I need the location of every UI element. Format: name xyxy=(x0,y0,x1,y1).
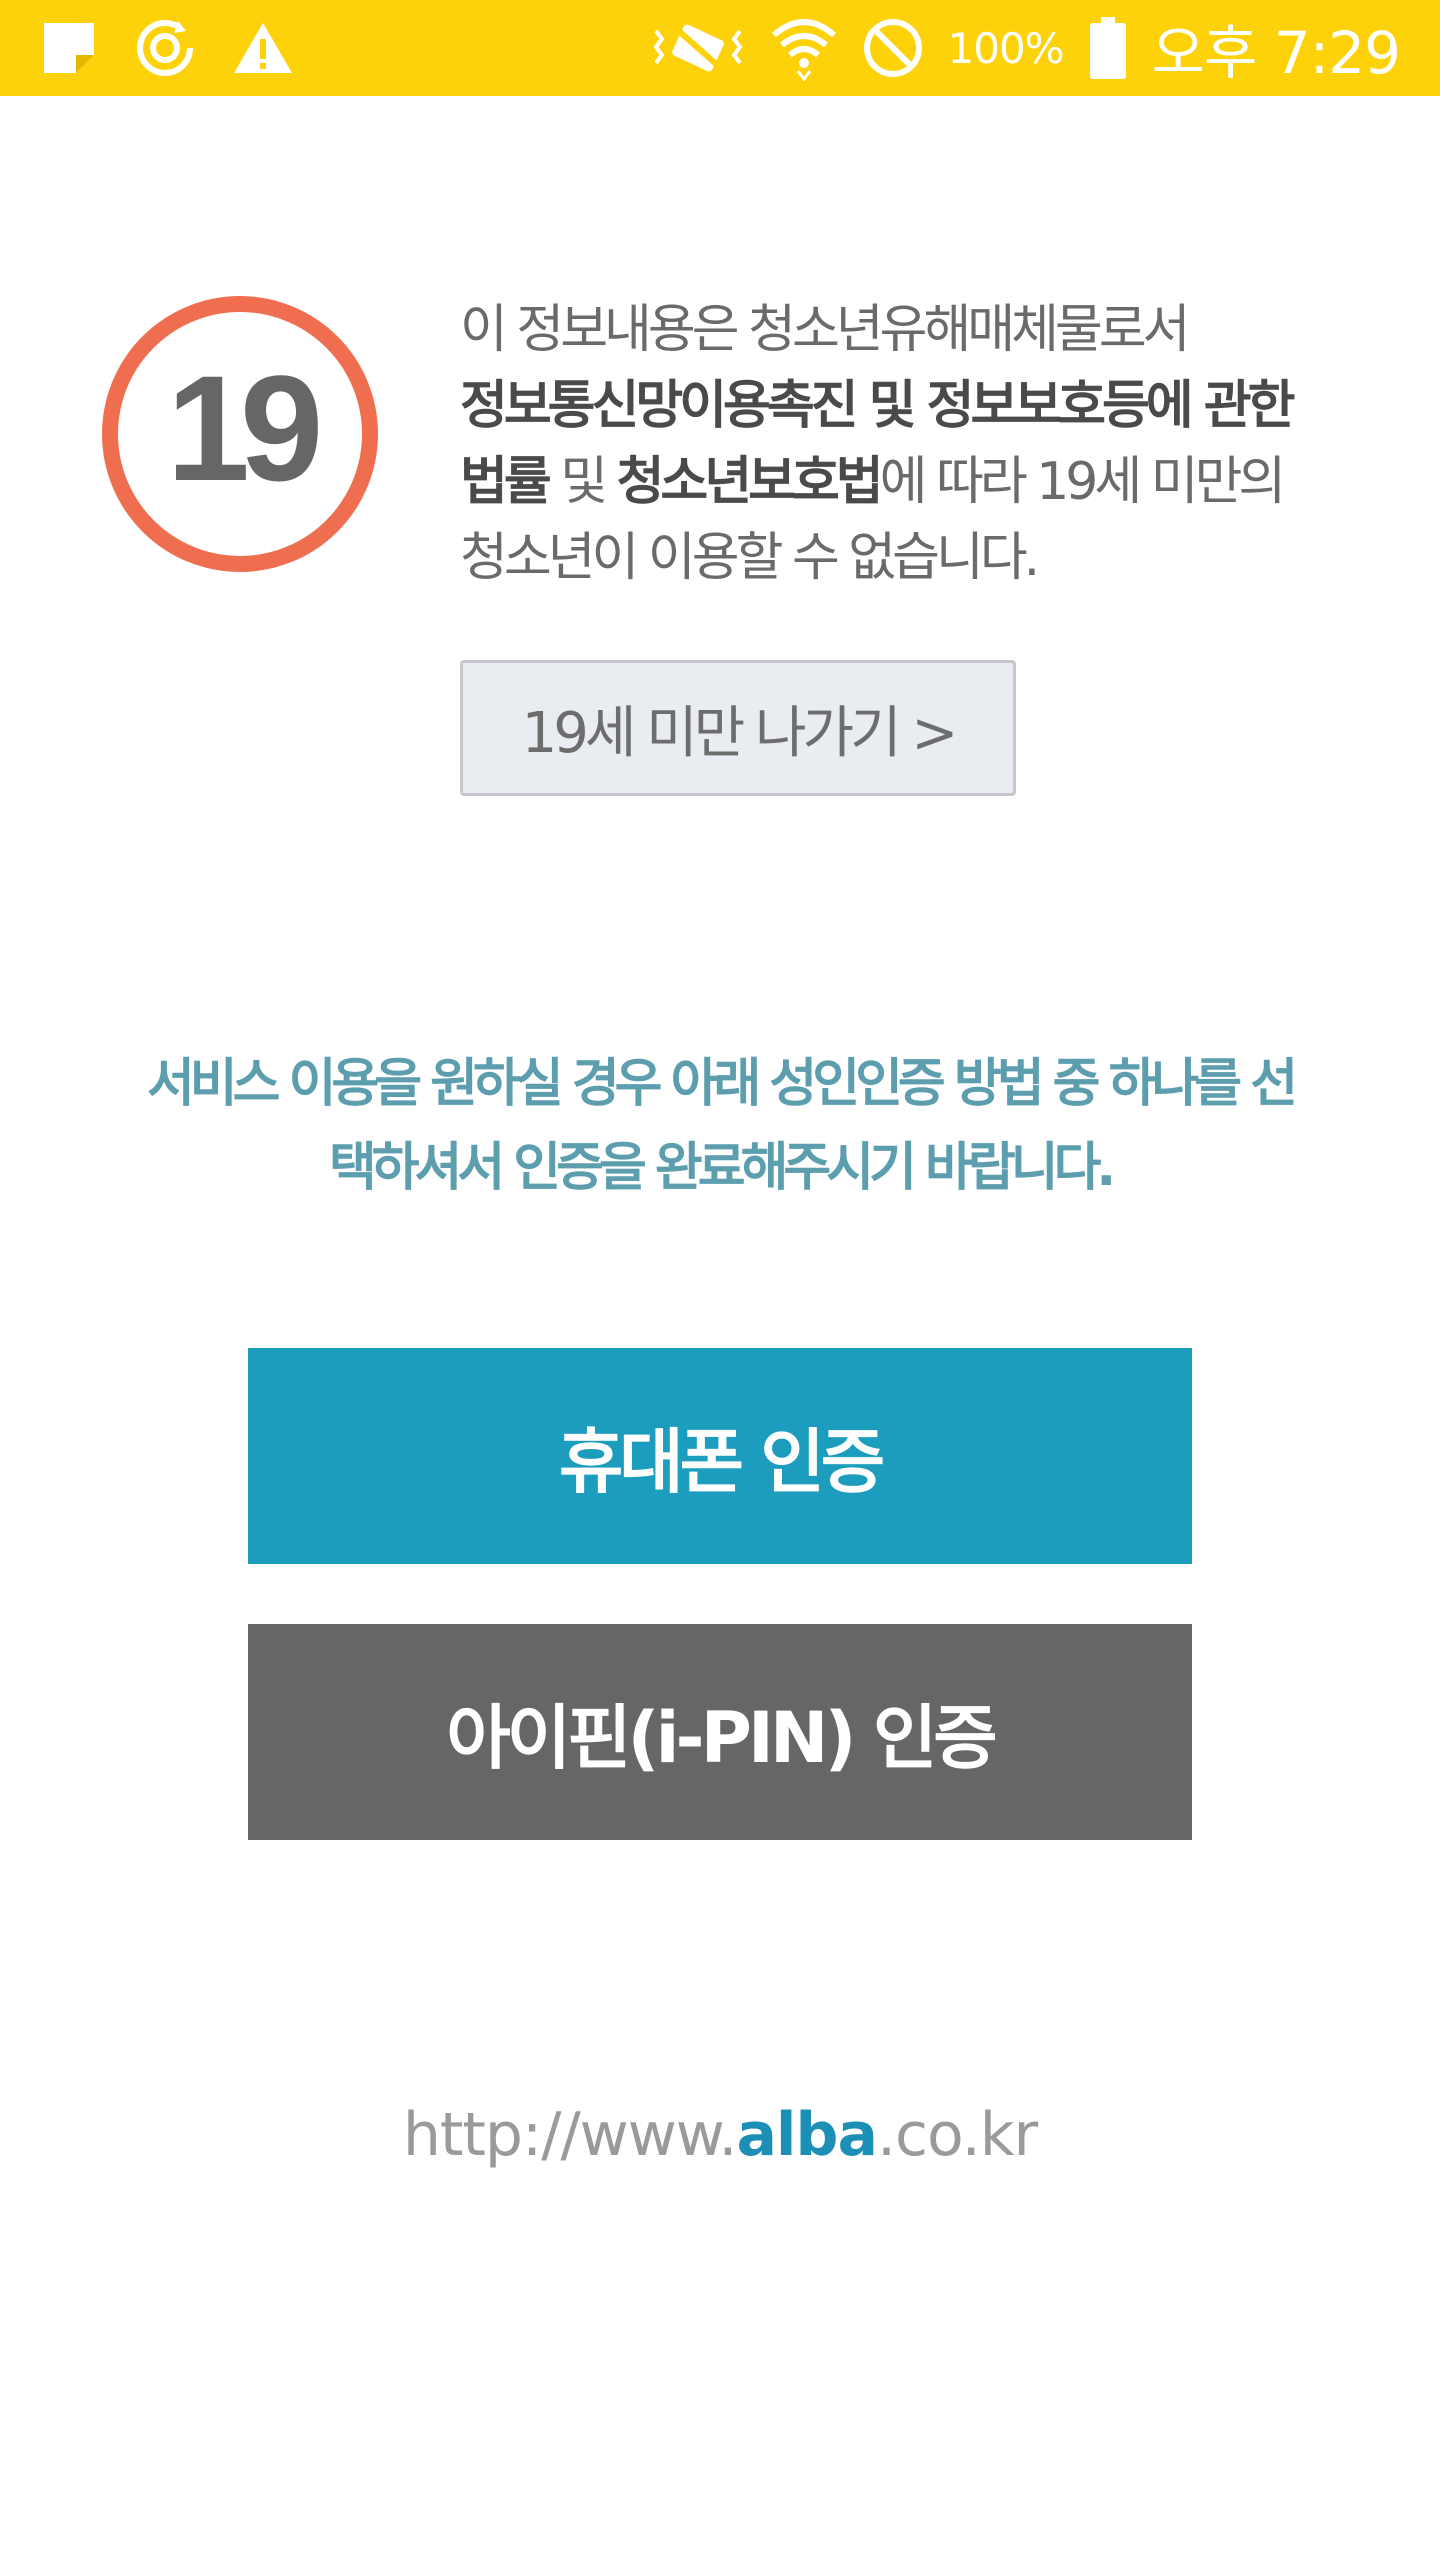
battery-icon xyxy=(1088,15,1128,81)
status-bar: 100% 오후 7:29 xyxy=(0,0,1440,96)
url-brand: alba xyxy=(736,2100,877,2170)
notice-youth-law-name: 청소년보호법 xyxy=(616,452,884,512)
ipin-auth-button[interactable]: 아이핀(i-PIN) 인증 xyxy=(248,1624,1192,1840)
notice-text-part2: 및 xyxy=(547,452,617,512)
warning-icon xyxy=(232,19,294,77)
status-left-icons xyxy=(40,18,294,78)
status-right-icons: 100% 오후 7:29 xyxy=(650,15,1401,87)
guide-line-1: 서비스 이용을 원하실 경우 아래 성인인증 방법 중 하나를 선 xyxy=(146,1054,1298,1114)
url-suffix: .co.kr xyxy=(876,2100,1038,2170)
sync-icon xyxy=(134,17,196,79)
phone-auth-button[interactable]: 휴대폰 인증 xyxy=(248,1348,1192,1564)
site-url: http://www.alba.co.kr xyxy=(0,2100,1440,2170)
clock: 오후 7:29 xyxy=(1151,19,1401,87)
notice-text-part1: 이 정보내용은 청소년유해매체물로서 xyxy=(460,300,1190,360)
do-not-disturb-icon xyxy=(862,17,924,79)
vibrate-icon xyxy=(650,19,746,77)
age-19-number: 19 xyxy=(167,344,318,512)
guide-line-2: 택하셔서 인증을 완료해주시기 바랍니다. xyxy=(328,1138,1116,1198)
age-restriction-notice: 이 정보내용은 청소년유해매체물로서 정보통신망이용촉진 및 정보보호등에 관한… xyxy=(460,292,1380,596)
adult-auth-guide: 서비스 이용을 원하실 경우 아래 성인인증 방법 중 하나를 선 택하셔서 인… xyxy=(100,1042,1340,1210)
wifi-icon xyxy=(770,15,838,81)
sticky-note-icon xyxy=(40,19,98,77)
age-19-badge-icon: 19 xyxy=(100,294,380,574)
url-prefix: http://www. xyxy=(402,2100,738,2170)
battery-percent: 100% xyxy=(947,23,1065,73)
under19-exit-button[interactable]: 19세 미만 나가기 > xyxy=(460,660,1016,796)
